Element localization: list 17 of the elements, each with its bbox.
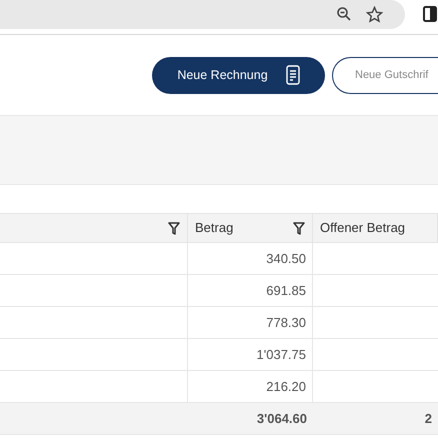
sidebar-icon[interactable] [423, 6, 437, 22]
table-cell-text: 778.30 [266, 314, 306, 332]
total-amount: 2 [424, 410, 432, 428]
zoom-icon[interactable] [336, 6, 352, 22]
column-header[interactable]: Offener Betrag [313, 214, 438, 242]
total-amount: 3'064.60 [256, 410, 307, 428]
table-cell-text: 1'037.75 [256, 346, 306, 364]
table-cell-text: 216.20 [266, 378, 306, 396]
star-icon[interactable] [366, 6, 383, 22]
filter-icon[interactable] [293, 222, 305, 234]
new-invoice-button[interactable]: Neue Rechnung [152, 56, 325, 94]
filter-icon[interactable] [168, 222, 180, 234]
document-icon [286, 65, 300, 85]
table-cell-text: 691.85 [266, 282, 306, 300]
column-header[interactable]: Betrag [188, 214, 313, 242]
new-credit-note-button[interactable]: Neue Gutschrif [332, 56, 438, 94]
table-cell-text: 340.50 [266, 250, 306, 268]
